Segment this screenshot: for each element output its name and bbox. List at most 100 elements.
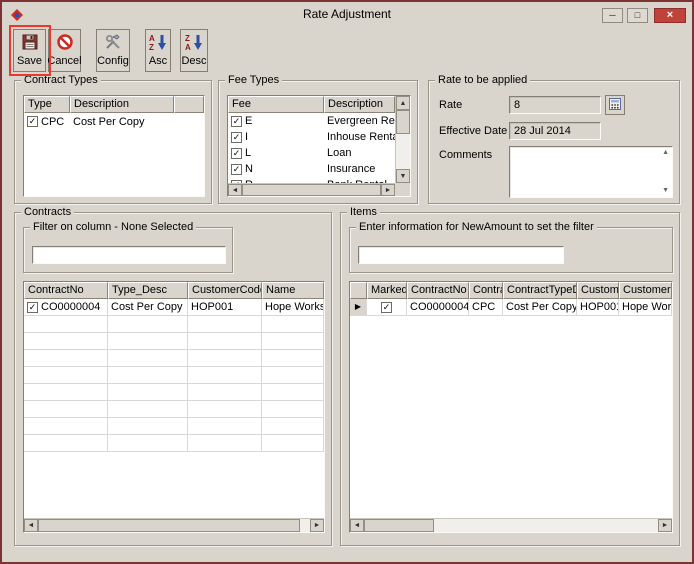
effective-date-label: Effective Date: [439, 125, 507, 138]
typedesc-column-header[interactable]: Type_Desc: [108, 282, 188, 299]
customername-column-header[interactable]: CustomerName: [619, 282, 672, 299]
items-horizontal-scrollbar: ◄ ►: [350, 518, 672, 532]
scroll-up-button[interactable]: ▲: [396, 96, 410, 110]
scroll-rail[interactable]: [434, 519, 658, 532]
scroll-left-button[interactable]: ◄: [350, 519, 364, 532]
marked-checkbox[interactable]: ✓: [381, 302, 392, 313]
sort-asc-icon: AZ: [148, 33, 168, 54]
contract-row[interactable]: ✓ CO0000004 Cost Per Copy HOP001 Hope Wo…: [24, 299, 324, 316]
fee-row[interactable]: ✓N Insurance: [228, 161, 395, 177]
scroll-right-icon: ►: [314, 522, 321, 529]
close-icon: ×: [667, 9, 673, 21]
empty-row: [24, 333, 324, 350]
check-icon: ✓: [383, 303, 391, 312]
comments-box[interactable]: ▲ ▼: [509, 146, 673, 198]
contract-types-group: Contract Types Type Description ✓ CPC Co…: [14, 80, 212, 204]
scroll-rail[interactable]: [300, 519, 310, 532]
items-body: ▶ ✓ CO0000004 CPC Cost Per Copy HOP001 H…: [350, 299, 672, 518]
contract-types-grid: Type Description ✓ CPC Cost Per Copy: [23, 95, 205, 197]
fee-description: Evergreen Rental: [324, 113, 395, 129]
contracts-grid: ContractNo Type_Desc CustomerCode Name ✓…: [23, 281, 325, 533]
scroll-right-button[interactable]: ►: [381, 184, 395, 196]
asc-button[interactable]: AZ Asc: [145, 29, 171, 72]
items-filter-input[interactable]: [358, 246, 564, 264]
horizontal-scroll-thumb[interactable]: [242, 184, 381, 196]
contract-type-desc-cell: Cost Per Copy: [108, 299, 188, 316]
contracttype-column-header[interactable]: Contra: [469, 282, 503, 299]
contract-type-row[interactable]: ✓ CPC Cost Per Copy: [24, 113, 204, 130]
scroll-rail[interactable]: [396, 134, 410, 169]
horizontal-scroll-thumb[interactable]: [38, 519, 300, 532]
customercode-column-header[interactable]: Customer: [577, 282, 619, 299]
contracts-header: ContractNo Type_Desc CustomerCode Name: [24, 282, 324, 299]
vertical-scroll-thumb[interactable]: [396, 110, 410, 134]
contracts-filter-input[interactable]: [32, 246, 226, 264]
svg-text:Z: Z: [185, 34, 190, 43]
row-selector-cell[interactable]: ▶: [350, 299, 367, 316]
fee-checkbox[interactable]: ✓: [231, 132, 242, 143]
fee-row[interactable]: ✓E Evergreen Rental: [228, 113, 395, 129]
item-row[interactable]: ▶ ✓ CO0000004 CPC Cost Per Copy HOP001 H…: [350, 299, 672, 316]
title-bar[interactable]: Rate Adjustment: [2, 2, 692, 26]
close-button[interactable]: ×: [654, 8, 686, 23]
contractno-column-header[interactable]: ContractNo: [407, 282, 469, 299]
fee-row[interactable]: ✓I Inhouse Rental: [228, 129, 395, 145]
name-column-header[interactable]: Name: [262, 282, 324, 299]
cancel-button[interactable]: Cancel: [48, 29, 81, 72]
maximize-icon: □: [635, 10, 640, 20]
comments-scroll-down-icon[interactable]: ▼: [662, 187, 669, 195]
items-title: Items: [347, 206, 380, 219]
contract-checkbox[interactable]: ✓: [27, 302, 38, 313]
check-icon: ✓: [233, 149, 241, 158]
check-icon: ✓: [29, 303, 37, 312]
fee-column-header[interactable]: Fee: [228, 96, 324, 113]
empty-row: [24, 384, 324, 401]
type-column-header[interactable]: Type: [24, 96, 70, 113]
contract-type-checkbox[interactable]: ✓: [27, 116, 38, 127]
contract-no-cell: ✓ CO0000004: [24, 299, 108, 316]
description-column-header[interactable]: Description: [70, 96, 174, 113]
contract-type-cell: ✓ CPC: [24, 113, 70, 130]
item-customer-code-cell: HOP001: [577, 299, 619, 316]
marked-column-header[interactable]: Marked: [367, 282, 407, 299]
horizontal-scroll-thumb[interactable]: [364, 519, 434, 532]
maximize-button[interactable]: □: [627, 8, 648, 23]
scroll-left-button[interactable]: ◄: [24, 519, 38, 532]
minimize-button[interactable]: ─: [602, 8, 623, 23]
comments-scroll-up-icon[interactable]: ▲: [662, 149, 669, 157]
sort-desc-icon: ZA: [184, 33, 204, 54]
contracts-body: ✓ CO0000004 Cost Per Copy HOP001 Hope Wo…: [24, 299, 324, 518]
scroll-down-icon: ▼: [400, 173, 407, 180]
scroll-left-button[interactable]: ◄: [228, 184, 242, 196]
contract-type-code: CPC: [41, 116, 64, 128]
customer-name-cell: Hope Works: [262, 299, 324, 316]
contract-types-title: Contract Types: [21, 74, 101, 87]
save-button[interactable]: Save: [13, 29, 46, 72]
scroll-right-button[interactable]: ►: [310, 519, 324, 532]
fee-checkbox[interactable]: ✓: [231, 164, 242, 175]
scroll-right-icon: ►: [662, 522, 669, 529]
fee-description: Insurance: [324, 161, 395, 177]
fee-description-column-header[interactable]: Description: [324, 96, 395, 113]
row-selector-icon: ▶: [355, 301, 361, 313]
rate-lookup-button[interactable]: [605, 95, 625, 115]
contractno-column-header[interactable]: ContractNo: [24, 282, 108, 299]
window-title: Rate Adjustment: [2, 2, 692, 26]
rate-label: Rate: [439, 99, 462, 112]
fee-checkbox[interactable]: ✓: [231, 116, 242, 127]
fee-row[interactable]: ✓L Loan: [228, 145, 395, 161]
customercode-column-header[interactable]: CustomerCode: [188, 282, 262, 299]
rate-field[interactable]: 8: [509, 96, 601, 114]
desc-button[interactable]: ZA Desc: [180, 29, 208, 72]
desc-label: Desc: [181, 55, 206, 67]
fee-checkbox[interactable]: ✓: [231, 148, 242, 159]
scroll-right-button[interactable]: ►: [658, 519, 672, 532]
contracttypedesc-column-header[interactable]: ContractTypeD: [503, 282, 577, 299]
scroll-down-button[interactable]: ▼: [396, 169, 410, 183]
empty-row: [24, 316, 324, 333]
check-icon: ✓: [233, 117, 241, 126]
config-button[interactable]: Config: [96, 29, 130, 72]
fee-types-group: Fee Types Fee Description ✓E Evergreen R…: [218, 80, 418, 204]
effective-date-field[interactable]: 28 Jul 2014: [509, 122, 601, 140]
item-contract-no-cell: CO0000004: [407, 299, 469, 316]
